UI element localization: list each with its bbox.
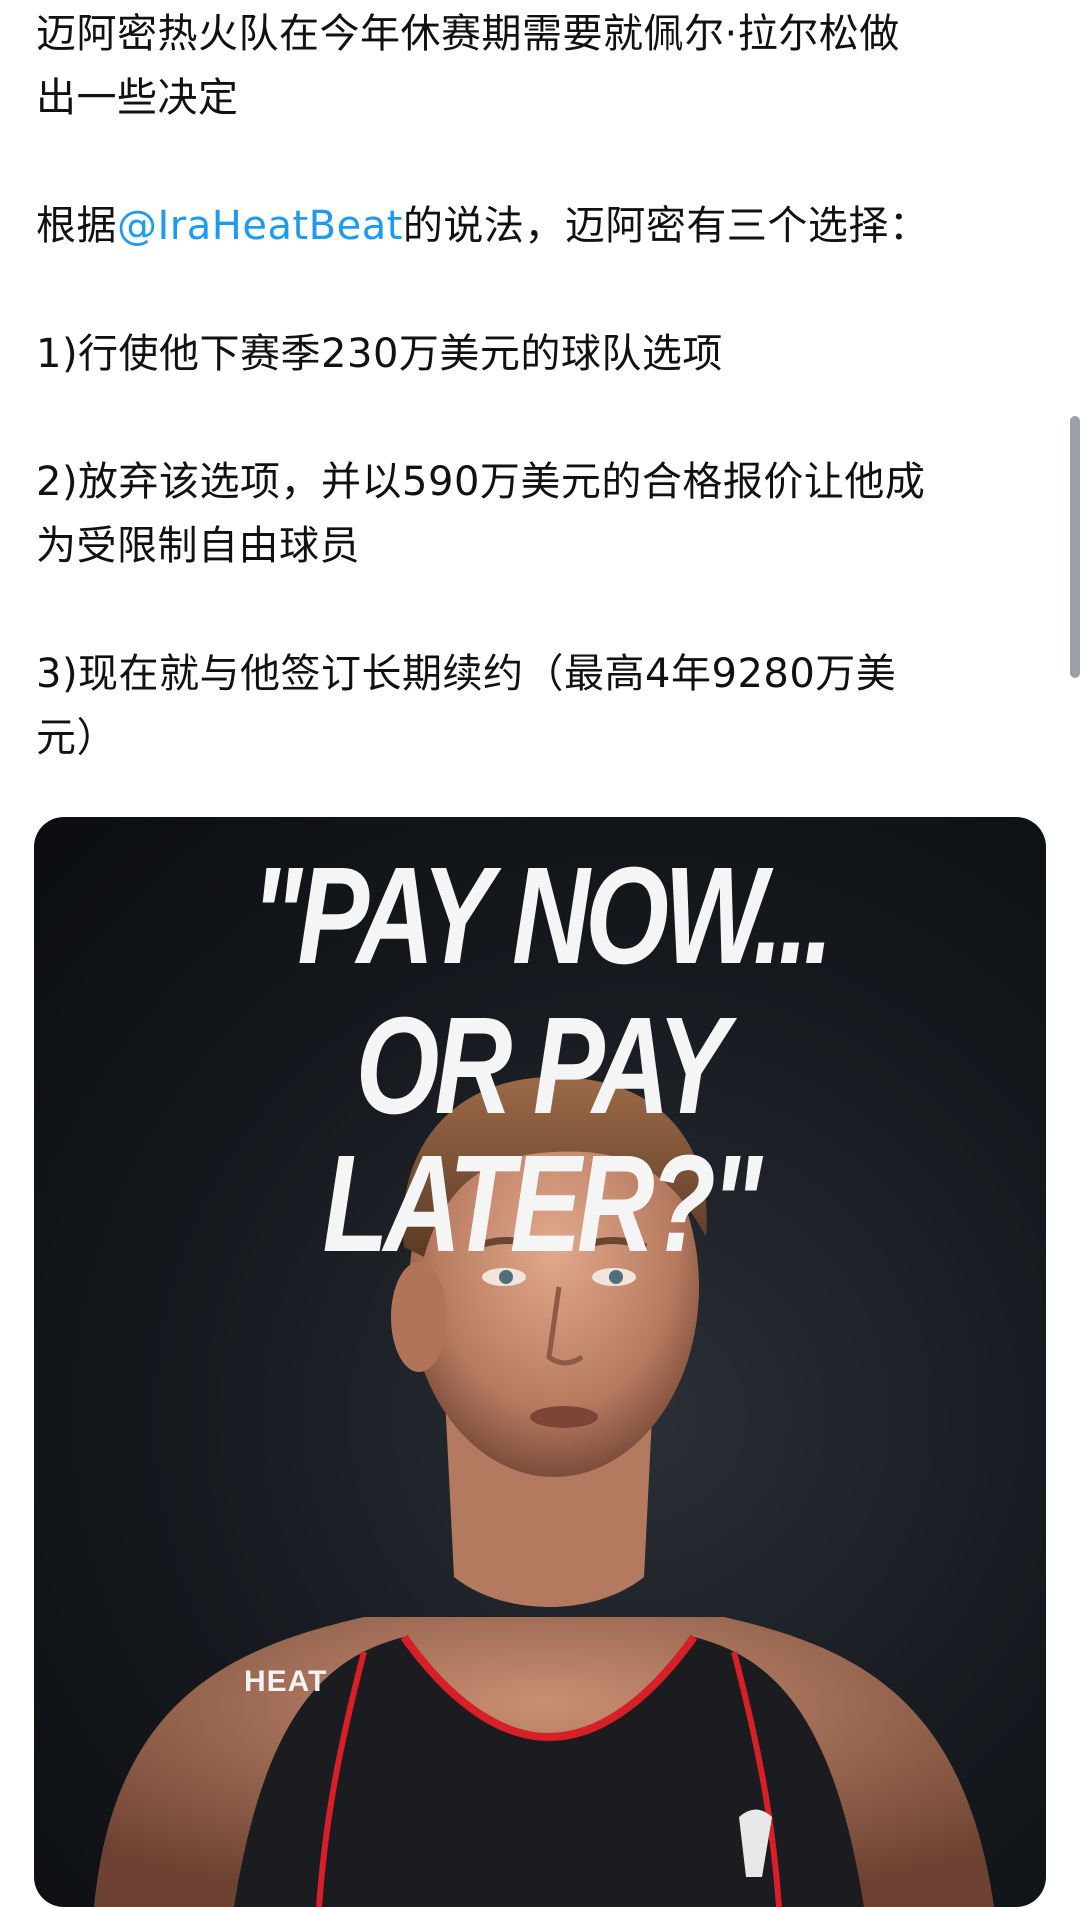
post-text-fragment: 根据 — [36, 203, 117, 249]
scrollbar-thumb[interactable] — [1070, 416, 1080, 678]
post-line: 2)放弃该选项，并以590万美元的合格报价让他成 — [36, 459, 926, 505]
post-text-fragment: 的说法，迈阿密有三个选择： — [402, 203, 930, 249]
post-line: 出一些决定 — [36, 75, 239, 121]
post-image[interactable]: "PAY NOW... OR PAY LATER?" HEAT — [34, 817, 1046, 1907]
post-line: 1)行使他下赛季230万美元的球队选项 — [36, 331, 723, 377]
headline-line: OR PAY LATER?" — [322, 989, 762, 1281]
watermark-logo: HEAT — [244, 1665, 328, 1698]
post-line: 元） — [36, 715, 117, 761]
headline-line: "PAY NOW... — [251, 839, 833, 993]
post-line: 3)现在就与他签订长期续约（最高4年9280万美 — [36, 651, 897, 697]
post-line-with-mention: 根据@IraHeatBeat的说法，迈阿密有三个选择： — [36, 194, 929, 258]
post-line: 为受限制自由球员 — [36, 523, 360, 569]
mention-link[interactable]: @IraHeatBeat — [117, 203, 403, 249]
post-line: 迈阿密热火队在今年休赛期需要就佩尔·拉尔松做 — [36, 11, 900, 57]
